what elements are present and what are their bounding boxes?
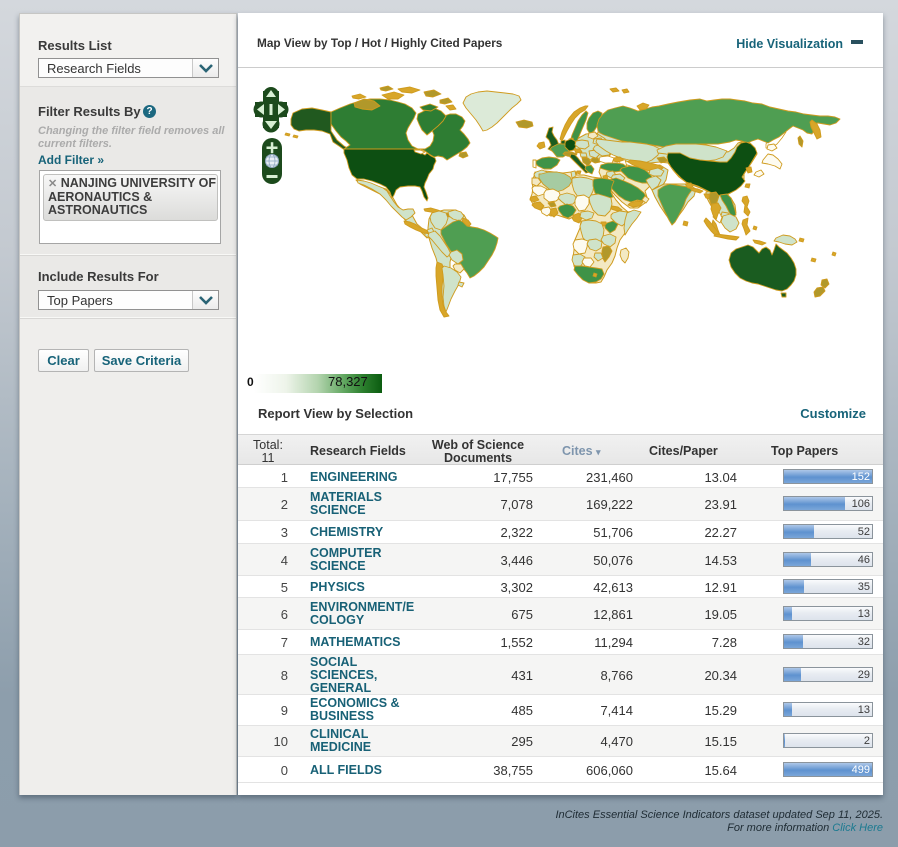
svg-text:78,327: 78,327 [328, 374, 368, 389]
svg-text:0: 0 [247, 375, 254, 389]
